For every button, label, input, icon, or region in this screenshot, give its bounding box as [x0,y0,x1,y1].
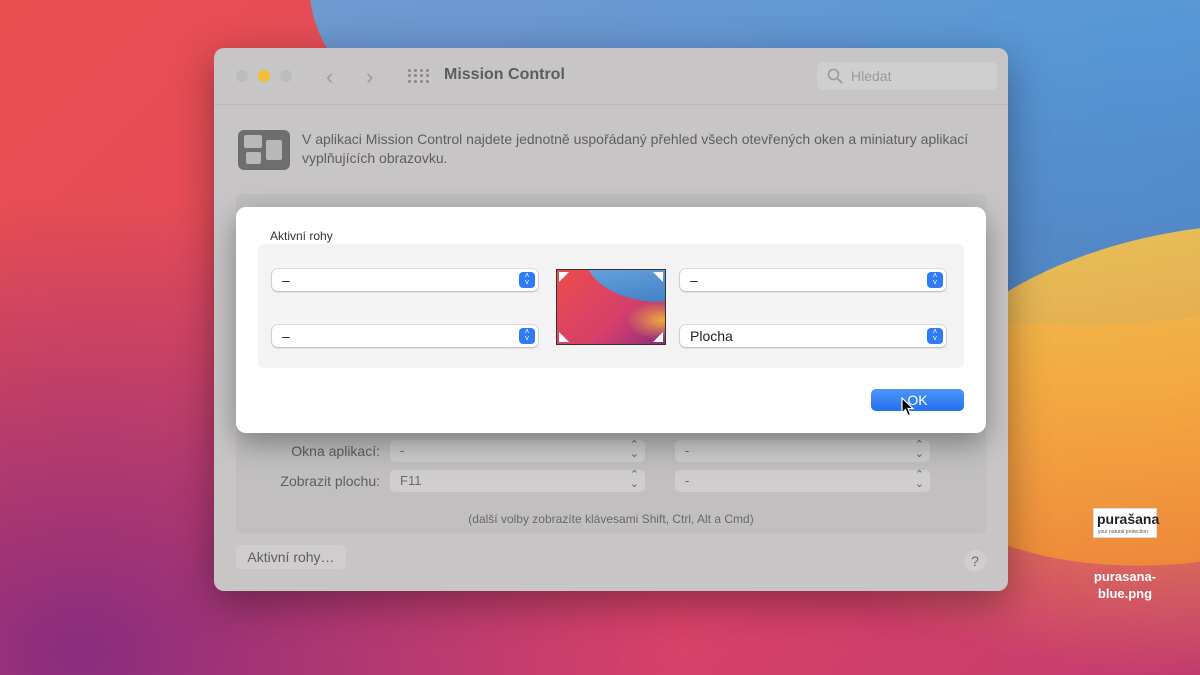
show-desktop-mouse-select[interactable]: - ⌃ ⌄ [675,470,930,492]
top-right-corner-popup[interactable]: – ˄ ˅ [680,269,946,291]
corner-marker-icon [559,332,569,342]
chevron-updown-icon: ˄ ˅ [927,272,943,288]
mission-control-icon [238,130,290,170]
active-corners-button[interactable]: Aktivní rohy… [236,545,346,569]
chevron-updown-icon: ⌃ ⌄ [914,439,924,460]
row-label-app-windows: Okna aplikací: [291,443,380,459]
logo-caption: purasana-blue.png [1093,569,1157,601]
logo-wordmark: purašana [1097,511,1160,527]
sheet-title: Aktivní rohy [270,229,333,243]
chevron-updown-icon: ˄ ˅ [519,272,535,288]
row-label-show-desktop: Zobrazit plochu: [280,473,380,489]
chevron-updown-icon: ˄ ˅ [927,328,943,344]
popup-value: – [690,272,698,288]
select-value: - [400,443,405,458]
select-value: - [685,443,690,458]
purasana-logo: purašana your natural protection [1093,508,1160,538]
search-field[interactable]: Hledat [817,62,997,90]
modifier-hint: (další volby zobrazíte klávesami Shift, … [468,512,754,526]
show-desktop-key-select[interactable]: F11 ⌃ ⌄ [390,470,645,492]
top-left-corner-popup[interactable]: – ˄ ˅ [272,269,538,291]
show-all-grid-icon[interactable] [408,69,429,83]
ok-button[interactable]: OK [871,389,964,411]
bottom-left-corner-popup[interactable]: – ˄ ˅ [272,325,538,347]
desktop-preview [556,269,666,345]
chevron-updown-icon: ⌃ ⌄ [914,469,924,490]
popup-value: Plocha [690,328,733,344]
mouse-pointer-icon [901,397,915,417]
zoom-button[interactable] [280,70,292,82]
popup-value: – [282,272,290,288]
titlebar: ‹ › Mission Control Hledat [214,48,1008,104]
corner-marker-icon [653,332,663,342]
chevron-updown-icon: ˄ ˅ [519,328,535,344]
chevron-updown-icon: ⌃ ⌄ [629,439,639,460]
app-windows-key-select[interactable]: - ⌃ ⌄ [390,440,645,462]
minimize-button[interactable] [258,70,270,82]
select-value: F11 [400,473,422,488]
forward-button[interactable]: › [366,64,373,90]
logo-tagline: your natural protection [1098,529,1148,535]
help-button[interactable]: ? [964,550,986,572]
window-title: Mission Control [444,66,565,83]
back-button[interactable]: ‹ [326,64,333,90]
close-button[interactable] [236,70,248,82]
search-placeholder: Hledat [851,68,892,84]
hot-corners-sheet: Aktivní rohy – ˄ ˅ – ˄ ˅ – ˄ ˅ Plocha ˄ ˅ OK [236,207,986,433]
popup-value: – [282,328,290,344]
chevron-updown-icon: ⌃ ⌄ [629,469,639,490]
titlebar-divider [214,104,1008,105]
bottom-right-corner-popup[interactable]: Plocha ˄ ˅ [680,325,946,347]
description-text: V aplikaci Mission Control najdete jedno… [302,131,969,166]
corner-marker-icon [653,272,663,282]
app-windows-mouse-select[interactable]: - ⌃ ⌄ [675,440,930,462]
corner-marker-icon [559,272,569,282]
search-icon [827,68,843,84]
select-value: - [685,473,690,488]
